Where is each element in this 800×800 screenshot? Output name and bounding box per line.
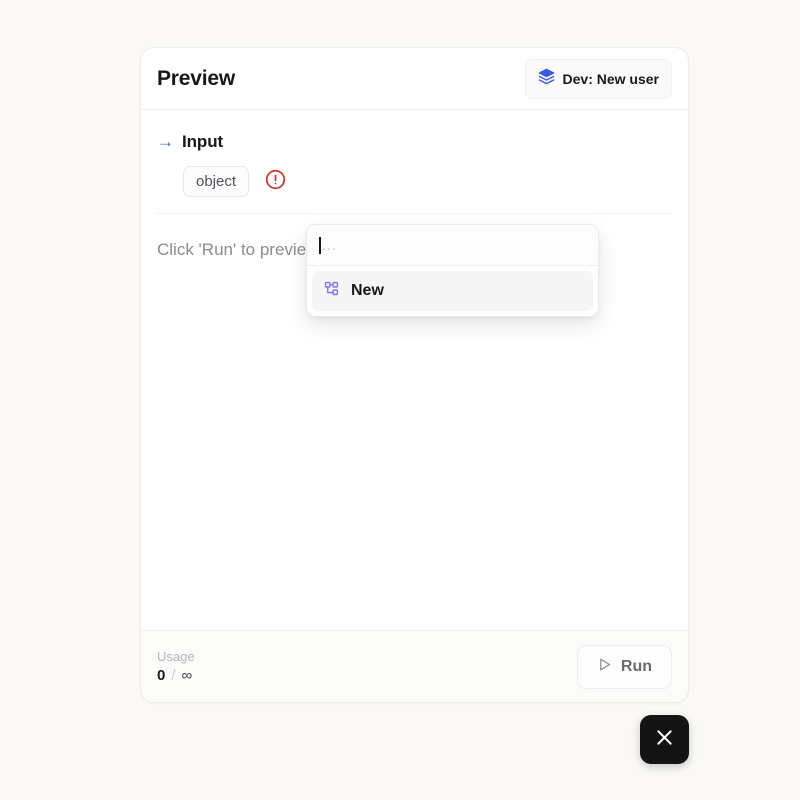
combobox-placeholder: ... [321,236,338,254]
panel-header: Preview Dev: New user [141,48,688,110]
panel-footer: Usage 0 / ∞ Run [141,630,688,702]
input-type-badge[interactable]: object [183,166,250,197]
usage-meter: Usage 0 / ∞ [157,649,195,684]
close-icon [654,727,675,753]
input-value-combobox: ... New [306,224,599,317]
environment-badge[interactable]: Dev: New user [524,58,672,99]
workflow-icon [324,281,339,301]
alert-circle-icon[interactable] [265,169,286,195]
run-button[interactable]: Run [576,644,672,689]
environment-badge-label: Dev: New user [562,70,659,87]
run-button-label: Run [620,657,652,675]
preview-panel: Preview Dev: New user → Input object Cli… [140,47,689,703]
play-icon [597,657,612,677]
input-row: object [157,166,672,214]
combobox-option-list: New [307,266,598,316]
close-button[interactable] [640,715,689,764]
input-section-title: Input [182,132,224,151]
text-caret [319,236,321,254]
usage-label: Usage [157,649,195,664]
combobox-option-label: New [351,282,384,299]
page-title: Preview [157,66,235,90]
combobox-search-field[interactable]: ... [307,225,598,266]
usage-separator: / [171,667,176,684]
panel-body: → Input object Click 'Run' to preview an… [141,110,688,630]
arrow-right-icon: → [157,131,174,151]
usage-limit: ∞ [181,667,193,684]
usage-values: 0 / ∞ [157,667,195,684]
input-section-header: → Input [157,132,672,152]
usage-count: 0 [157,667,166,684]
layers-icon [538,68,555,90]
combobox-option-new[interactable]: New [312,271,593,311]
